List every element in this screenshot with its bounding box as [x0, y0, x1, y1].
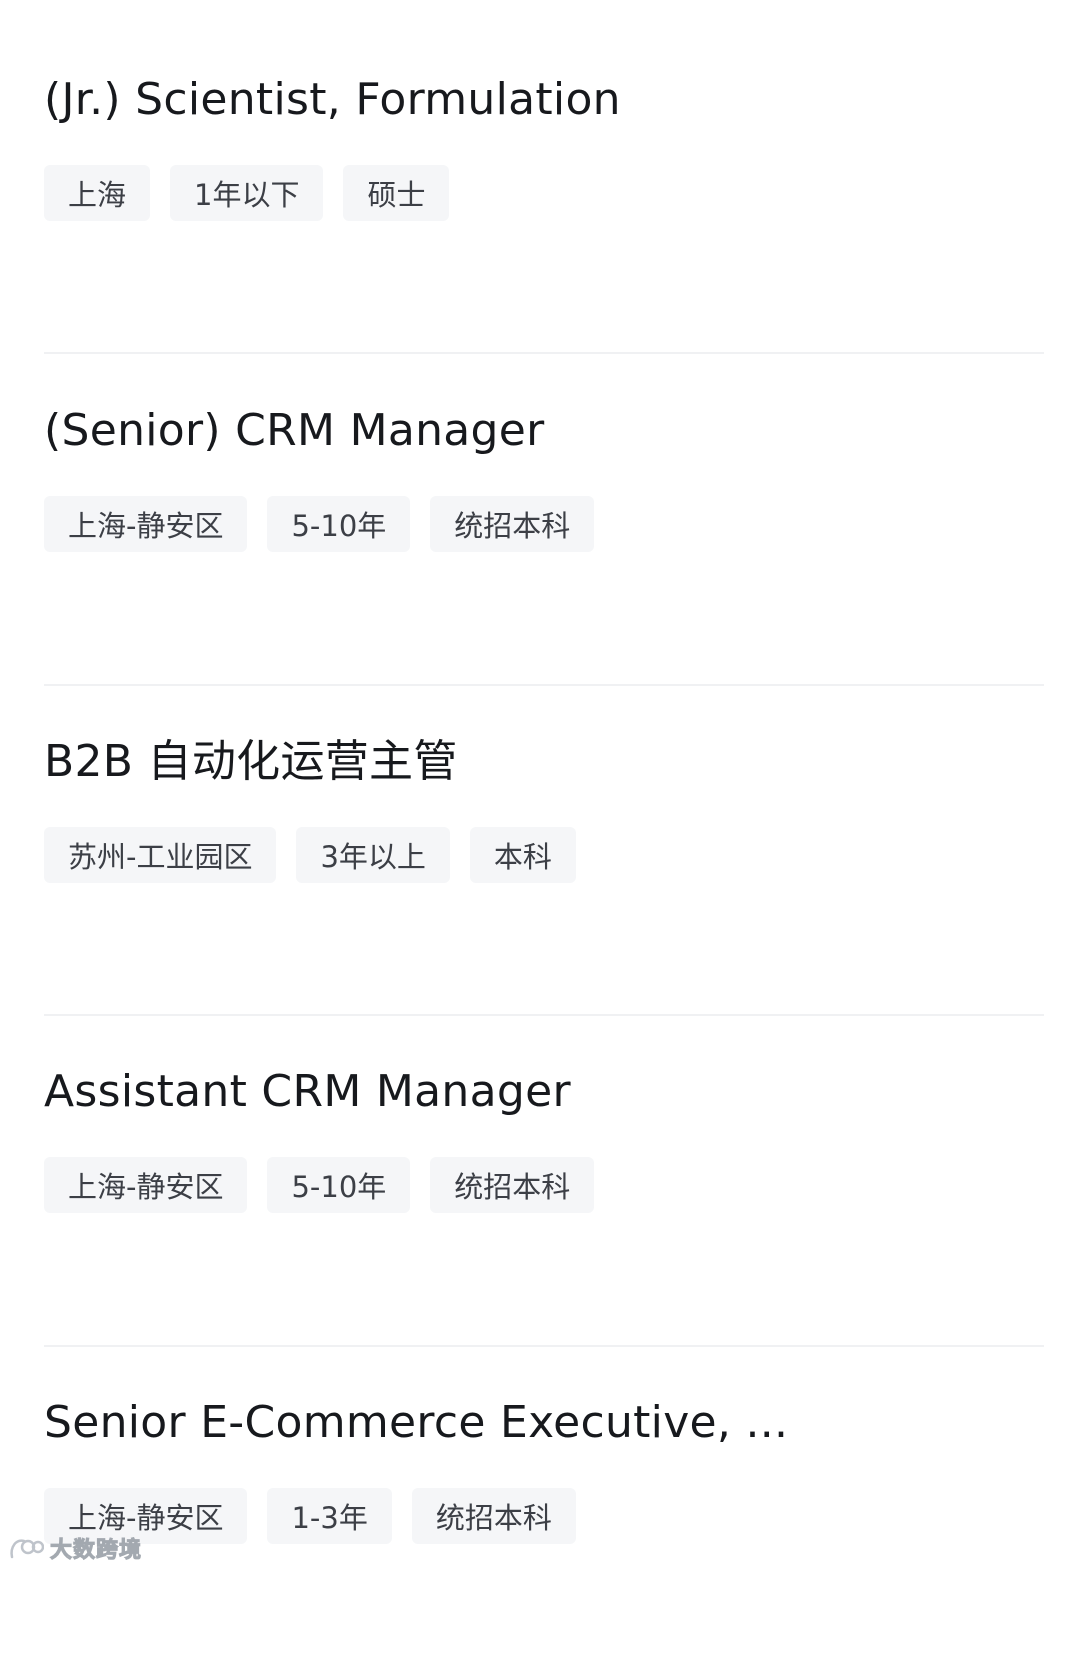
job-tags: 上海 1年以下 硕士 [44, 165, 450, 221]
job-title[interactable]: B2B 自动化运营主管 [44, 732, 458, 792]
job-tags: 上海-静安区 5-10年 统招本科 [44, 496, 595, 552]
job-item-3[interactable]: B2B 自动化运营主管 苏州-工业园区 3年以上 本科 [0, 662, 1080, 993]
education-tag: 本科 [469, 827, 576, 883]
education-tag: 统招本科 [430, 1157, 595, 1213]
job-item-4[interactable]: Assistant CRM Manager 上海-静安区 5-10年 统招本科 [0, 992, 1080, 1323]
job-title[interactable]: Assistant CRM Manager [44, 1062, 571, 1122]
job-item-5[interactable]: Senior E-Commerce Executive, ... 上海-静安区 … [0, 1323, 1080, 1654]
location-tag: 苏州-工业园区 [44, 827, 277, 883]
job-item-1[interactable]: (Jr.) Scientist, Formulation 上海 1年以下 硕士 [0, 0, 1080, 331]
job-tags: 苏州-工业园区 3年以上 本科 [44, 827, 576, 883]
education-tag: 硕士 [343, 165, 450, 221]
job-title[interactable]: (Jr.) Scientist, Formulation [44, 70, 621, 130]
experience-tag: 5-10年 [267, 1157, 411, 1213]
experience-tag: 5-10年 [267, 496, 411, 552]
job-item-2[interactable]: (Senior) CRM Manager 上海-静安区 5-10年 统招本科 [0, 331, 1080, 662]
location-tag: 上海 [44, 165, 151, 221]
education-tag: 统招本科 [411, 1488, 576, 1544]
job-title[interactable]: Senior E-Commerce Executive, ... [44, 1393, 788, 1453]
education-tag: 统招本科 [430, 496, 595, 552]
location-tag: 上海-静安区 [44, 1157, 248, 1213]
job-tags: 上海-静安区 5-10年 统招本科 [44, 1157, 595, 1213]
experience-tag: 1-3年 [267, 1488, 392, 1544]
watermark: 大数跨境 [8, 1532, 142, 1564]
location-tag: 上海-静安区 [44, 496, 248, 552]
experience-tag: 3年以上 [296, 827, 450, 883]
watermark-logo-icon [10, 1539, 44, 1559]
job-title[interactable]: (Senior) CRM Manager [44, 401, 545, 461]
experience-tag: 1年以下 [170, 165, 324, 221]
watermark-text: 大数跨境 [49, 1538, 143, 1564]
